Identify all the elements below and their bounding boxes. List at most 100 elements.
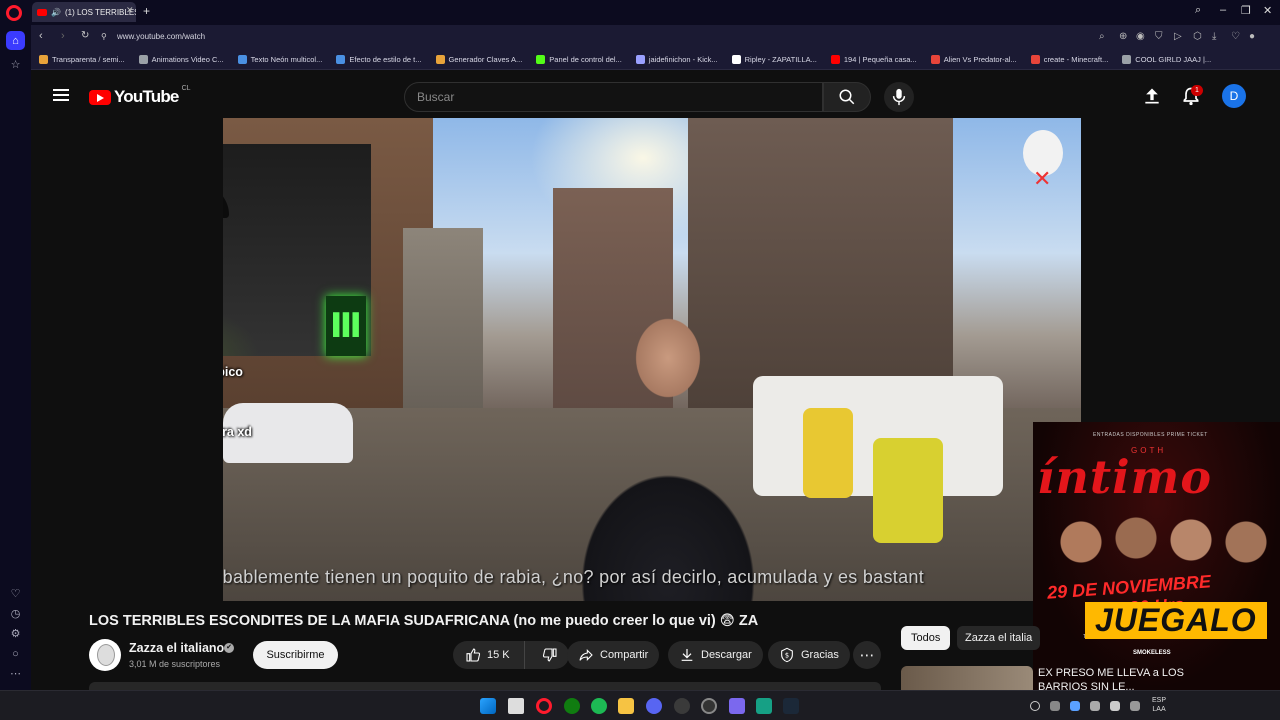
account-avatar[interactable]: D	[1222, 84, 1246, 108]
bookmark-item[interactable]: create - Minecraft...	[1030, 55, 1108, 64]
spreadsheet-icon[interactable]	[756, 698, 772, 714]
thanks-button[interactable]: $ Gracias	[768, 641, 850, 669]
reload-button[interactable]: ↻	[81, 30, 89, 41]
like-button[interactable]: 15 K	[453, 641, 526, 669]
streamer-figure	[223, 194, 261, 356]
extensions-icon[interactable]: ⬡	[1193, 31, 1202, 42]
back-button[interactable]: ‹	[39, 30, 43, 42]
maximize-button[interactable]: ❐	[1241, 4, 1251, 17]
download-label: Descargar	[701, 649, 752, 661]
forward-button[interactable]: ›	[61, 30, 65, 42]
close-window-button[interactable]: ✕	[1263, 4, 1272, 17]
upload-icon[interactable]	[1142, 86, 1162, 106]
dislike-button[interactable]	[531, 641, 569, 669]
channel-avatar[interactable]	[89, 639, 121, 671]
minimize-button[interactable]: –	[1220, 4, 1226, 16]
sidebar-home-icon[interactable]: ⌂	[6, 31, 25, 50]
bookmark-item[interactable]: jaidefinichon - Kick...	[635, 55, 718, 64]
site-info-icon[interactable]: ⚲	[101, 32, 107, 41]
bookmark-item[interactable]: Alien Vs Predator-al...	[930, 55, 1017, 64]
windows-start-icon[interactable]	[480, 698, 496, 714]
sidebar-bulb-icon[interactable]: ○	[6, 644, 25, 663]
discord-icon[interactable]	[646, 698, 662, 714]
search-icon[interactable]: ⌕	[1099, 31, 1105, 42]
bookmark-item[interactable]: COOL GIRLD JAAJ |...	[1122, 55, 1211, 64]
svg-text:$: $	[785, 652, 789, 660]
zoom-icon[interactable]: ⊕	[1119, 31, 1127, 42]
tray-icon[interactable]	[1050, 701, 1060, 711]
recommended-title[interactable]: EX PRESO ME LLEVA a LOS BARRIOS SIN LE..…	[1038, 666, 1208, 690]
windows-taskbar: ESP LAA	[0, 690, 1280, 720]
bookmark-label: Texto Neón multicol...	[250, 55, 323, 64]
description-box[interactable]	[89, 682, 881, 690]
more-actions-button[interactable]: ⋯	[853, 641, 881, 669]
tab-close-icon[interactable]: ✕	[126, 5, 134, 16]
browser-tab-active[interactable]: 🔊 (1) LOS TERRIBLES ESC	[32, 2, 136, 22]
heart-icon[interactable]: ♡	[1231, 31, 1240, 42]
sidebar-heart-icon[interactable]: ♡	[6, 584, 25, 603]
bookmark-label: Ripley - ZAPATILLA...	[744, 55, 817, 64]
youtube-logo[interactable]: YouTube CL	[89, 85, 191, 107]
download-icon[interactable]: ⤓	[1212, 31, 1216, 42]
sidebar-settings-icon[interactable]: ⚙	[6, 624, 25, 643]
menu-icon[interactable]	[53, 89, 69, 101]
xbox-icon[interactable]	[564, 698, 580, 714]
task-view-icon[interactable]	[508, 698, 524, 714]
obs-icon[interactable]	[701, 698, 717, 714]
chrome-icon[interactable]	[674, 698, 690, 714]
steam-icon[interactable]	[783, 698, 799, 714]
search-tabs-icon[interactable]: ⌕	[1195, 4, 1201, 17]
tray-icon[interactable]	[1070, 701, 1080, 711]
channel-name[interactable]: Zazza el italiano	[129, 641, 224, 655]
tray-icon[interactable]	[1110, 701, 1120, 711]
region-code: LAA	[1152, 706, 1166, 713]
address-bar: ‹ › ↻ ⚲ www.youtube.com/watch ⌕ ⊕ ◉ ⛉ ▷ …	[31, 25, 1280, 50]
tray-icon[interactable]	[1030, 701, 1040, 711]
bookmark-item[interactable]: Transparenta / semi...	[39, 55, 125, 64]
bookmark-item[interactable]: Ripley - ZAPATILLA...	[731, 55, 817, 64]
thumbs-up-icon	[466, 648, 481, 662]
country-code: CL	[181, 85, 191, 92]
opera-logo-icon[interactable]	[6, 5, 22, 21]
youtube-wordmark: YouTube	[114, 87, 179, 106]
shield-icon[interactable]: ⛉	[1155, 31, 1163, 42]
url-field[interactable]: www.youtube.com/watch	[117, 32, 205, 41]
bookmark-item[interactable]: Efecto de estilo de t...	[336, 55, 422, 64]
sidebar-more-icon[interactable]: ⋯	[6, 664, 25, 683]
chip-all[interactable]: Todos	[901, 626, 951, 650]
search-input[interactable]: Buscar	[404, 82, 823, 112]
play-icon[interactable]: ▷	[1174, 31, 1182, 42]
thanks-label: Gracias	[801, 649, 839, 661]
app-icon[interactable]	[729, 698, 745, 714]
bookmark-favicon-icon	[731, 55, 741, 64]
language-indicator[interactable]: ESP LAA	[1152, 696, 1166, 714]
file-explorer-icon[interactable]	[618, 698, 634, 714]
youtube-play-icon	[89, 89, 111, 105]
profile-icon[interactable]: ●	[1249, 31, 1255, 42]
chip-channel[interactable]: Zazza el italia	[957, 626, 1041, 650]
subscribe-button[interactable]: Suscribirme	[253, 641, 338, 669]
bookmark-item[interactable]: Texto Neón multicol...	[237, 55, 323, 64]
voice-search-button[interactable]	[884, 82, 914, 112]
bookmark-item[interactable]: Animations Video C...	[138, 55, 224, 64]
download-button[interactable]: Descargar	[668, 641, 763, 669]
recommended-thumbnail[interactable]	[901, 666, 1033, 690]
stream-chat: Karmiiiniiaa: es el futuro distopicoCrow…	[223, 362, 261, 462]
bookmark-item[interactable]: 194 | Pequeña casa...	[830, 55, 917, 64]
search-button[interactable]	[823, 82, 871, 112]
sidebar-star-icon[interactable]: ☆	[6, 55, 25, 74]
new-tab-button[interactable]: +	[143, 4, 150, 18]
opera-taskbar-icon[interactable]	[536, 698, 552, 714]
chat-message: Crowlordx: andru wn	[223, 442, 261, 462]
bookmark-label: Alien Vs Predator-al...	[943, 55, 1017, 64]
tray-icon[interactable]	[1090, 701, 1100, 711]
camera-icon[interactable]: ◉	[1136, 31, 1145, 42]
tray-icon[interactable]	[1130, 701, 1140, 711]
sidebar-history-icon[interactable]: ◷	[6, 604, 25, 623]
bookmark-favicon-icon	[1030, 55, 1040, 64]
spotify-icon[interactable]	[591, 698, 607, 714]
bookmark-item[interactable]: Panel de control del...	[536, 55, 622, 64]
video-player[interactable]: ✕ Ⅲ Ⅲ Karmiiiniiaa: es el futuro distopi…	[223, 118, 1081, 601]
bookmark-item[interactable]: Generador Claves A...	[435, 55, 522, 64]
share-button[interactable]: Compartir	[567, 641, 660, 669]
